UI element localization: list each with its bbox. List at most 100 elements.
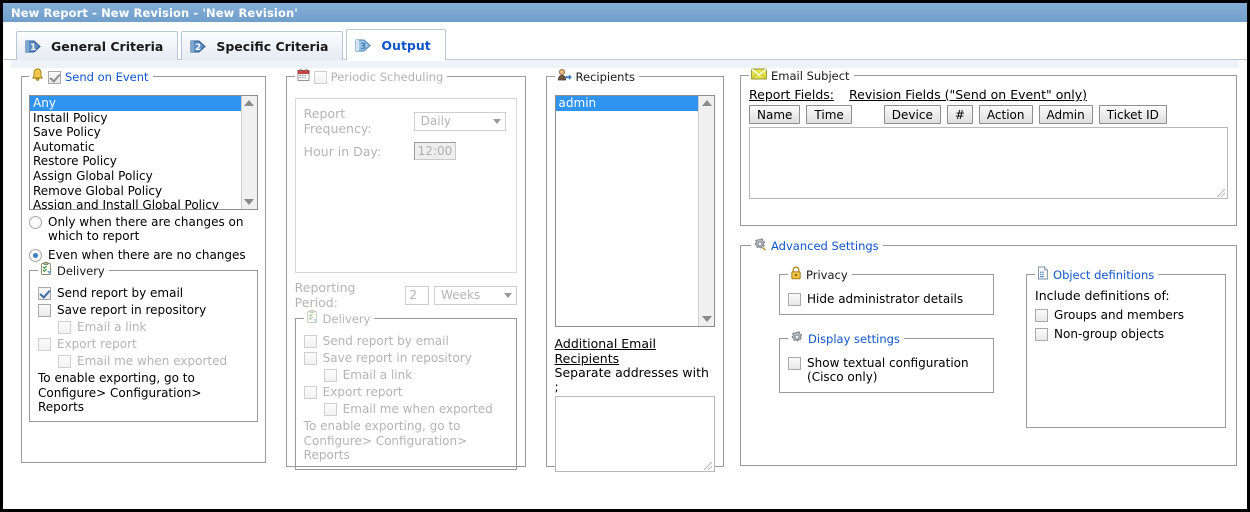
checkbox-row-email-when-exported: Email me when exported	[58, 354, 249, 368]
insert-time-button[interactable]: Time	[806, 105, 852, 124]
tab-label: Output	[381, 37, 431, 53]
event-listbox[interactable]: Any Install Policy Save Policy Automatic…	[29, 95, 258, 210]
recipients-scrollbar[interactable]	[698, 96, 715, 326]
resize-grip-icon[interactable]	[704, 462, 713, 470]
tab-label: Specific Criteria	[216, 38, 329, 54]
scroll-up-icon[interactable]	[701, 100, 712, 106]
insert-number-button[interactable]: #	[946, 105, 973, 124]
checkbox-row-hide-admin-details[interactable]: Hide administrator details	[788, 292, 985, 306]
radio-only-changes-row[interactable]: Only when there are changes on which to …	[29, 215, 258, 243]
additional-email-recipients-hint: Separate addresses with ;	[554, 365, 709, 394]
insert-admin-button[interactable]: Admin	[1038, 105, 1093, 124]
email-subject-input[interactable]	[749, 127, 1229, 199]
checkbox-row-send-by-email: Send report by email	[303, 334, 508, 348]
svg-text:1: 1	[30, 43, 36, 53]
radio-even-when-no-changes[interactable]	[29, 249, 42, 262]
non-group-objects-checkbox[interactable]	[1035, 328, 1049, 341]
export-hint-line1: To enable exporting, go to	[303, 419, 461, 433]
clipboard-icon	[306, 310, 319, 327]
list-item[interactable]: Install Policy	[30, 111, 241, 126]
report-wizard-window: New Report - New Revision - 'New Revisio…	[0, 0, 1250, 512]
checkbox-row-send-by-email[interactable]: Send report by email	[38, 286, 249, 300]
numbered-arrow-icon: 1	[25, 38, 44, 55]
event-list-items: Any Install Policy Save Policy Automatic…	[30, 96, 241, 209]
checkbox-row-save-repository[interactable]: Save report in repository	[38, 303, 249, 317]
list-item[interactable]: Restore Policy	[30, 154, 241, 169]
recipients-listbox[interactable]: admin	[554, 95, 716, 327]
hour-in-day-input[interactable]: 12:00	[413, 142, 456, 160]
radio-even-no-changes-row[interactable]: Even when there are no changes	[29, 248, 258, 262]
calendar-icon	[297, 68, 310, 85]
checkbox-row-export-report: Export report	[303, 385, 508, 399]
scroll-up-icon[interactable]	[244, 100, 255, 106]
advanced-settings-legend: Advanced Settings	[751, 237, 883, 254]
email-a-link-checkbox	[58, 321, 71, 334]
checkbox-row-show-textual-config[interactable]: Show textual configuration (Cisco only)	[788, 356, 985, 384]
save-report-in-repository-checkbox[interactable]	[38, 304, 51, 317]
insert-ticket-id-button[interactable]: Ticket ID	[1098, 105, 1167, 124]
checkbox-row-export-report: Export report	[38, 337, 249, 351]
radio-label: Only when there are changes on which to …	[48, 215, 244, 243]
clipboard-icon	[40, 262, 53, 279]
checkbox-row-non-group-objects[interactable]: Non-group objects	[1035, 327, 1217, 341]
checkbox-row-email-link: Email a link	[323, 368, 508, 382]
tab-output[interactable]: 3 Output	[346, 29, 446, 61]
radio-only-when-changes[interactable]	[29, 216, 42, 229]
list-item[interactable]: Assign and Install Global Policy	[30, 198, 241, 209]
list-item[interactable]: admin	[555, 96, 699, 111]
checkbox-label: Export report	[322, 385, 403, 399]
tab-label: General Criteria	[51, 38, 164, 54]
privacy-group: Privacy Hide administrator details	[779, 266, 995, 315]
event-delivery-group: Delivery Send report by email Save repor…	[29, 262, 258, 422]
periodic-settings-panel: Report Frequency: Daily Hour in Day: 12:…	[294, 98, 517, 273]
event-list-scrollbar[interactable]	[240, 96, 257, 209]
list-item[interactable]: Any	[30, 96, 241, 111]
checkbox-label: Export report	[57, 337, 137, 351]
export-hint: To enable exporting, go to Configure> Co…	[304, 419, 508, 463]
insert-name-button[interactable]: Name	[749, 105, 801, 124]
export-report-checkbox	[38, 338, 51, 351]
object-definitions-legend: Object definitions	[1035, 266, 1158, 283]
checkbox-row-email-link: Email a link	[58, 320, 249, 334]
numbered-arrow-icon: 2	[190, 38, 209, 55]
insert-action-button[interactable]: Action	[978, 105, 1033, 124]
numbered-arrow-icon: 3	[355, 37, 374, 54]
send-on-event-legend: Send on Event	[29, 68, 153, 85]
hide-administrator-details-checkbox[interactable]	[788, 293, 802, 306]
scroll-down-icon[interactable]	[701, 316, 712, 322]
insert-device-button[interactable]: Device	[883, 105, 941, 124]
event-delivery-legend: Delivery	[38, 262, 109, 279]
email-subject-label: Email Subject	[771, 68, 850, 83]
gear-icon	[753, 237, 767, 254]
list-item[interactable]: Save Policy	[30, 125, 241, 140]
send-report-by-email-checkbox[interactable]	[38, 287, 51, 300]
tab-general-criteria[interactable]: 1 General Criteria	[16, 31, 179, 60]
groups-and-members-checkbox[interactable]	[1035, 309, 1049, 322]
scroll-down-icon[interactable]	[244, 199, 255, 205]
reporting-period-input[interactable]: 2	[405, 285, 430, 305]
periodic-scheduling-checkbox[interactable]	[313, 70, 327, 84]
object-definitions-label: Object definitions	[1053, 267, 1155, 282]
radio-label: Even when there are no changes	[48, 248, 246, 262]
send-on-event-checkbox[interactable]	[48, 70, 61, 84]
report-frequency-select[interactable]: Daily	[413, 111, 506, 131]
window-titlebar: New Report - New Revision - 'New Revisio…	[3, 3, 1247, 22]
reporting-period-unit-select[interactable]: Weeks	[434, 285, 517, 305]
checkbox-label: Email a link	[77, 320, 147, 334]
export-hint-line2: Configure> Configuration> Reports	[303, 433, 468, 463]
send-on-event-label: Send on Event	[65, 69, 149, 84]
list-item[interactable]: Automatic	[30, 140, 241, 155]
checkbox-row-groups-and-members[interactable]: Groups and members	[1035, 308, 1217, 322]
tab-specific-criteria[interactable]: 2 Specific Criteria	[181, 31, 344, 60]
additional-email-recipients-input[interactable]	[554, 396, 716, 472]
subject-field-buttons: Name Time Device # Action Admin Ticket I…	[749, 105, 1228, 124]
show-textual-configuration-checkbox[interactable]	[788, 357, 802, 370]
checkbox-label: Show textual configuration (Cisco only)	[807, 356, 969, 384]
user-arrow-icon	[557, 68, 572, 85]
reporting-period-row: Reporting Period: 2 Weeks	[295, 280, 517, 310]
resize-grip-icon[interactable]	[1217, 189, 1226, 197]
email-and-advanced-column: Email Subject Report Fields: Revision Fi…	[740, 68, 1238, 503]
list-item[interactable]: Assign Global Policy	[30, 169, 241, 184]
svg-text:2: 2	[195, 43, 201, 53]
list-item[interactable]: Remove Global Policy	[30, 184, 241, 199]
